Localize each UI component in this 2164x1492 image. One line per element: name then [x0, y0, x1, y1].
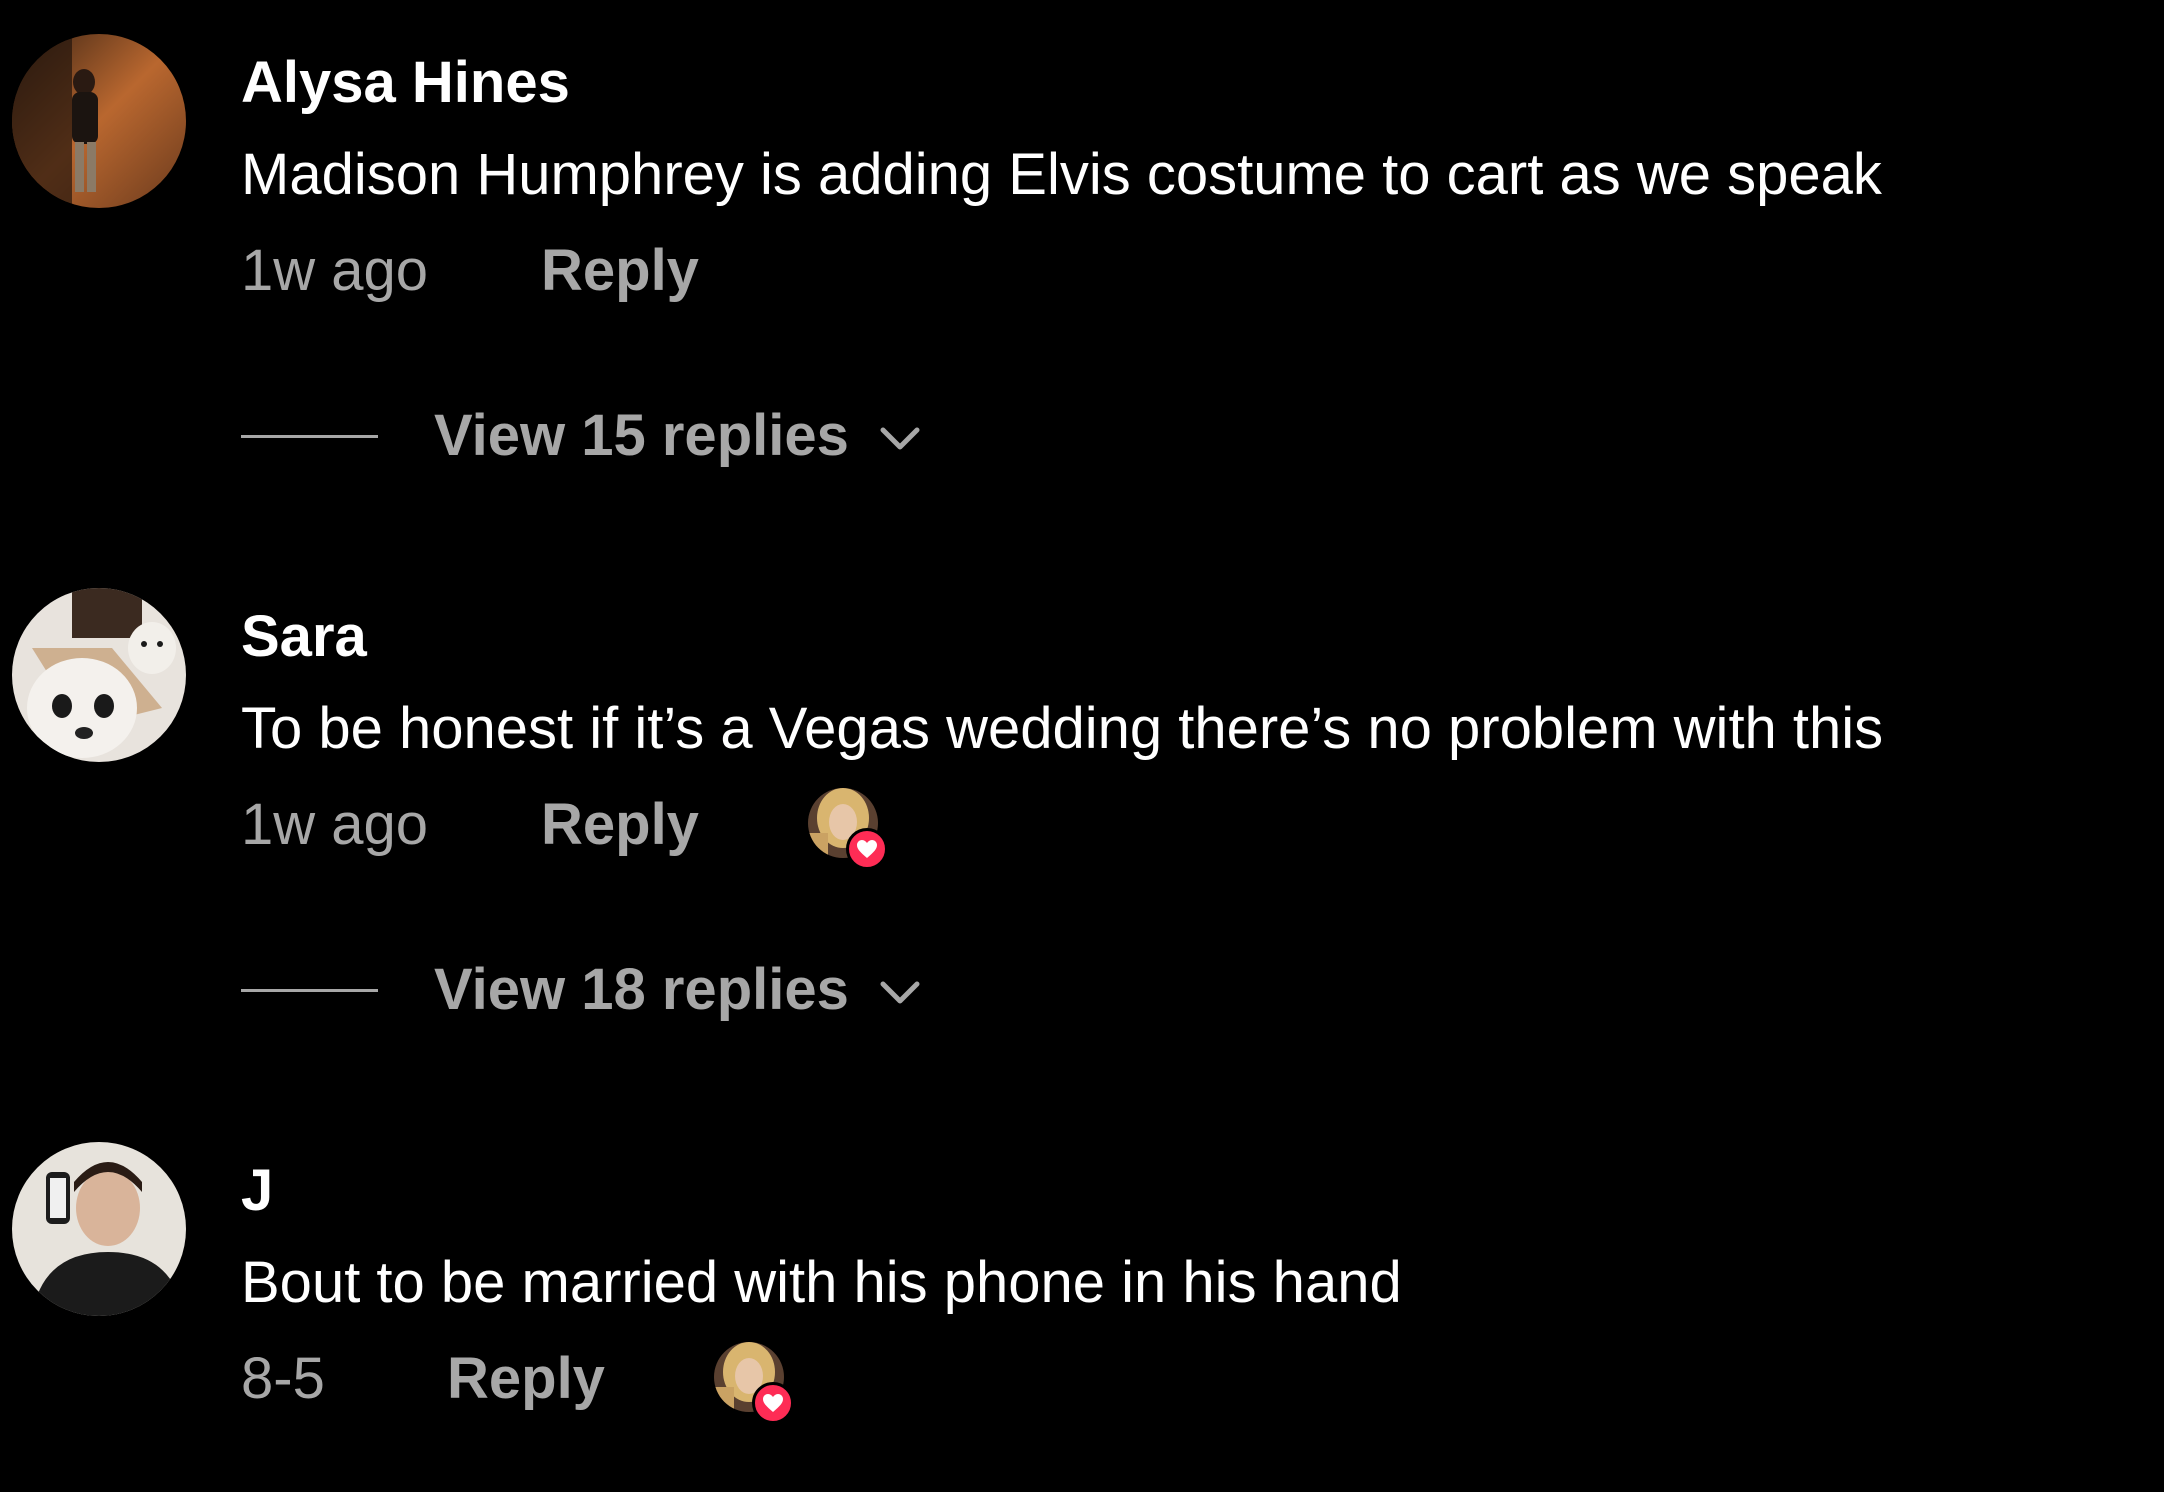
heart-icon [846, 828, 888, 870]
comment-timestamp: 1w ago [241, 792, 429, 857]
comment-item: Sara To be honest if it’s a Vegas weddin… [0, 588, 2164, 1068]
user-avatar[interactable] [12, 588, 186, 762]
heart-icon [752, 1382, 794, 1424]
comment-text: To be honest if it’s a Vegas wedding the… [241, 696, 1884, 761]
comment-timestamp: 8-5 [241, 1346, 325, 1411]
chevron-down-icon [880, 981, 920, 1004]
user-avatar[interactable] [12, 1142, 186, 1316]
comment-username[interactable]: Sara [241, 608, 367, 666]
comment-text: Madison Humphrey is adding Elvis costume… [241, 142, 1882, 207]
comment-username[interactable]: J [241, 1162, 273, 1220]
view-replies-divider [241, 434, 378, 438]
view-replies-button[interactable]: View 18 replies [241, 960, 921, 1020]
view-replies-label: View 18 replies [434, 957, 849, 1022]
comment-timestamp: 1w ago [241, 238, 429, 303]
avatar-photo-icon [12, 588, 186, 762]
view-replies-divider [241, 988, 378, 992]
reply-button[interactable]: Reply [541, 796, 699, 854]
liked-by-creator-badge [714, 1342, 794, 1424]
avatar-photo-icon [12, 34, 186, 208]
user-avatar[interactable] [12, 34, 186, 208]
reply-button[interactable]: Reply [447, 1350, 605, 1408]
comment-item: Alysa Hines Madison Humphrey is adding E… [0, 34, 2164, 514]
comment-username[interactable]: Alysa Hines [241, 54, 570, 112]
chevron-down-icon [880, 427, 920, 450]
comment-item: J Bout to be married with his phone in h… [0, 1142, 2164, 1482]
view-replies-label: View 15 replies [434, 403, 849, 468]
comment-text: Bout to be married with his phone in his… [241, 1250, 1402, 1315]
reply-button[interactable]: Reply [541, 242, 699, 300]
liked-by-creator-badge [808, 788, 888, 870]
avatar-photo-icon [12, 1142, 186, 1316]
view-replies-button[interactable]: View 15 replies [241, 406, 921, 466]
